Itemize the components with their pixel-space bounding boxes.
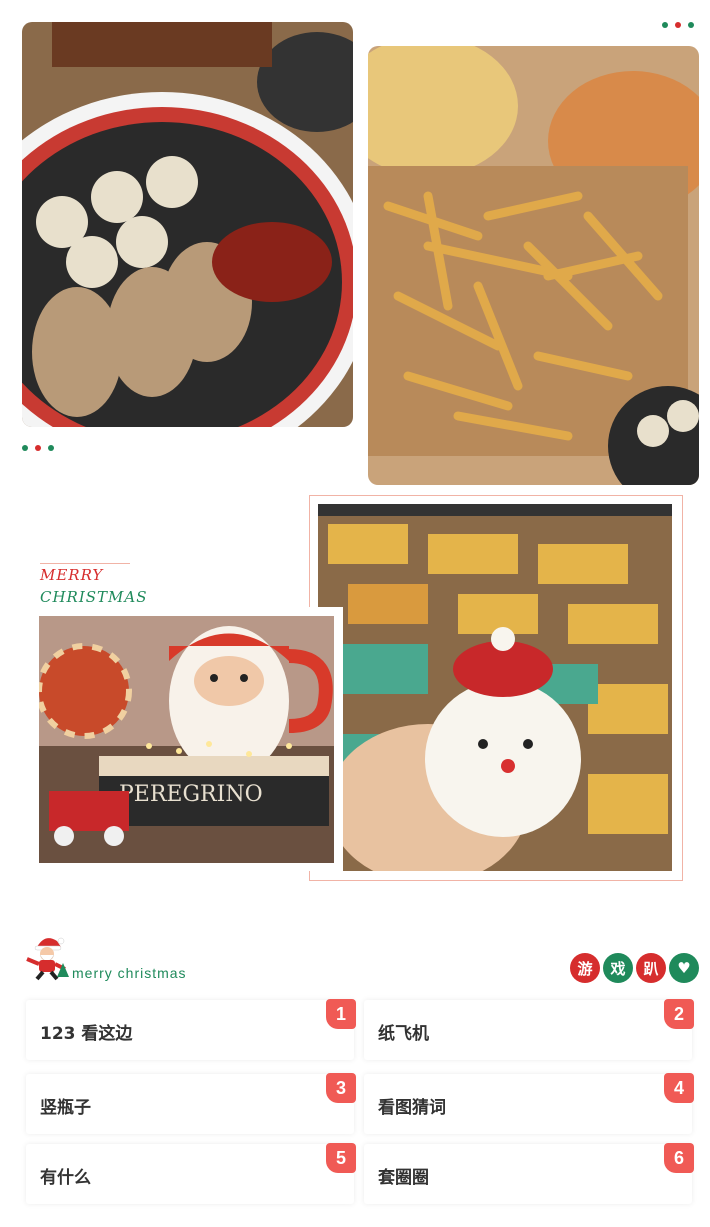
game-label: 123 看这边 — [40, 1024, 133, 1044]
game-label: 有什么 — [40, 1168, 91, 1188]
game-card-4[interactable]: 看图猜词 4 — [364, 1073, 694, 1134]
svg-text:PEREGRINO: PEREGRINO — [119, 782, 263, 807]
pizza-fries-photo — [368, 46, 699, 485]
merry-divider-line — [40, 563, 130, 564]
santa-cupcake-photo — [318, 504, 672, 871]
christmas-title: CHRISTMAS — [40, 588, 148, 606]
game-card-1[interactable]: 123 看这边 1 — [26, 999, 356, 1060]
game-number: 1 — [326, 999, 356, 1029]
game-card-3[interactable]: 竖瓶子 3 — [26, 1073, 356, 1134]
game-number: 2 — [664, 999, 694, 1029]
sushi-platter-photo — [22, 22, 353, 427]
badge-you: 游 — [570, 953, 600, 983]
game-card-6[interactable]: 套圈圈 6 — [364, 1143, 694, 1204]
santa-icon — [23, 933, 69, 981]
game-number: 5 — [326, 1143, 356, 1173]
heart-icon: ♥ — [669, 953, 699, 983]
badge-xi: 戏 — [603, 953, 633, 983]
game-label: 竖瓶子 — [40, 1098, 91, 1118]
decorative-dots-left — [22, 445, 54, 451]
game-card-5[interactable]: 有什么 5 — [26, 1143, 356, 1204]
badge-pa: 趴 — [636, 953, 666, 983]
game-label: 看图猜词 — [378, 1098, 446, 1118]
game-card-2[interactable]: 纸飞机 2 — [364, 999, 694, 1060]
game-number: 3 — [326, 1073, 356, 1103]
game-section-subtitle: merry christmas — [72, 965, 187, 981]
merry-title: MERRY — [40, 566, 104, 584]
game-number: 4 — [664, 1073, 694, 1103]
decorative-dots-top — [662, 22, 694, 28]
santa-mug-photo: PEREGRINO — [39, 616, 334, 863]
game-label: 套圈圈 — [378, 1168, 429, 1188]
game-number: 6 — [664, 1143, 694, 1173]
game-label: 纸飞机 — [378, 1024, 429, 1044]
